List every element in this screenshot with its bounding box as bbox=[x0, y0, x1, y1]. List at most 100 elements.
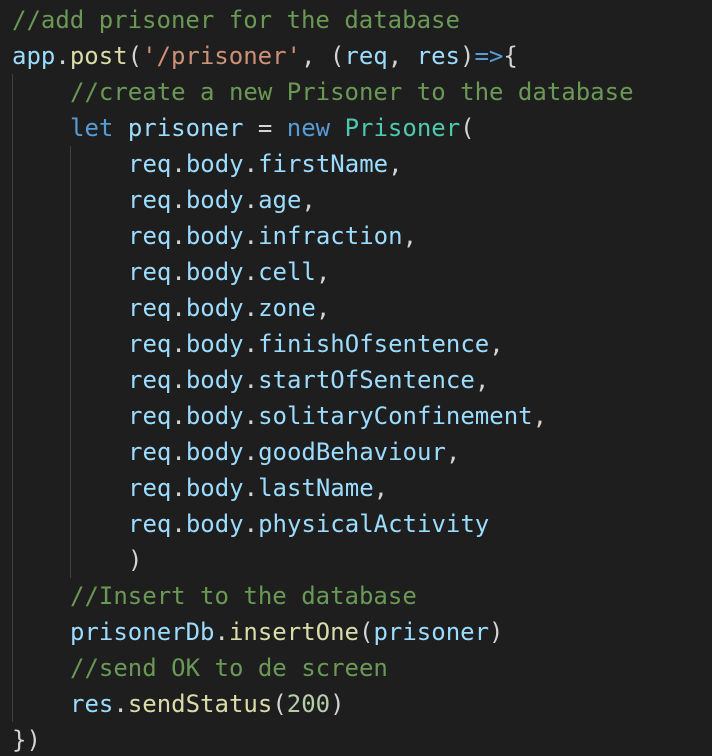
code-token-punct: . bbox=[214, 618, 229, 646]
code-token-comment: //add prisoner for the database bbox=[12, 6, 460, 34]
code-token-punct: . bbox=[243, 150, 259, 178]
code-token-variable: body bbox=[185, 402, 244, 430]
code-token-punct: . bbox=[171, 510, 186, 538]
code-token-punct: . bbox=[171, 474, 186, 502]
code-token-variable: body bbox=[185, 258, 244, 286]
code-token-func: insertOne bbox=[228, 618, 359, 646]
code-line[interactable]: req.body.zone, bbox=[0, 290, 712, 326]
code-token-punct: . bbox=[243, 510, 259, 538]
code-token-punct: . bbox=[171, 438, 186, 466]
code-line[interactable]: req.body.firstName, bbox=[0, 146, 712, 182]
code-token-variable: prisonerDb bbox=[70, 618, 215, 646]
code-line[interactable]: req.body.startOfSentence, bbox=[0, 362, 712, 398]
code-token-punct: , bbox=[387, 42, 417, 70]
code-line[interactable]: req.body.physicalActivity bbox=[0, 506, 712, 542]
code-token-variable: infraction bbox=[258, 222, 403, 250]
code-token-punct: . bbox=[243, 438, 259, 466]
code-token-punct: , bbox=[532, 402, 548, 430]
code-token-variable: prisoner bbox=[127, 114, 244, 142]
code-token-variable: age bbox=[258, 186, 302, 214]
code-line[interactable]: req.body.finishOfsentence, bbox=[0, 326, 712, 362]
code-token-variable: req bbox=[128, 474, 172, 502]
code-token-punct: ) bbox=[128, 546, 143, 574]
code-token-variable: body bbox=[185, 294, 244, 322]
code-token-punct: , bbox=[474, 366, 490, 394]
code-token-keyword: => bbox=[474, 42, 504, 70]
code-line[interactable]: req.body.goodBehaviour, bbox=[0, 434, 712, 470]
code-token-variable: finishOfsentence bbox=[258, 330, 490, 358]
code-token-variable: body bbox=[185, 222, 244, 250]
code-token-number: 200 bbox=[286, 690, 331, 718]
code-token-punct: ( bbox=[272, 690, 287, 718]
code-line[interactable]: req.body.age, bbox=[0, 182, 712, 218]
code-line[interactable]: }) bbox=[0, 722, 712, 756]
code-token-punct: , bbox=[301, 186, 316, 214]
code-line[interactable]: req.body.infraction, bbox=[0, 218, 712, 254]
code-line[interactable]: //create a new Prisoner to the database bbox=[0, 74, 712, 110]
code-token-keyword: new bbox=[286, 114, 331, 142]
code-token-variable: body bbox=[185, 474, 244, 502]
code-token-punct: . bbox=[171, 330, 186, 358]
code-token-punct: , bbox=[402, 222, 418, 250]
code-token-punct: . bbox=[243, 474, 259, 502]
code-token-punct: ( bbox=[359, 618, 374, 646]
code-token-variable: body bbox=[185, 438, 244, 466]
code-token-punct: . bbox=[171, 402, 186, 430]
code-token-variable: req bbox=[128, 222, 172, 250]
code-line[interactable]: req.body.cell, bbox=[0, 254, 712, 290]
code-token-punct: ) bbox=[489, 618, 504, 646]
code-token-comment: //send OK to de screen bbox=[70, 654, 388, 682]
code-token-variable: prisoner bbox=[373, 618, 490, 646]
code-line[interactable]: app.post('/prisoner', (req, res)=>{ bbox=[0, 38, 712, 74]
code-token-punct bbox=[330, 114, 344, 142]
code-token-variable: req bbox=[128, 510, 172, 538]
code-line[interactable]: prisonerDb.insertOne(prisoner) bbox=[0, 614, 712, 650]
code-token-punct: . bbox=[243, 402, 259, 430]
code-token-variable: res bbox=[70, 690, 114, 718]
code-token-variable: body bbox=[185, 330, 244, 358]
code-token-variable: zone bbox=[258, 294, 316, 322]
code-token-punct: . bbox=[171, 222, 186, 250]
code-token-comment: //create a new Prisoner to the database bbox=[70, 78, 634, 106]
code-token-punct: . bbox=[243, 222, 259, 250]
code-line[interactable]: req.body.lastName, bbox=[0, 470, 712, 506]
code-line[interactable]: req.body.solitaryConfinement, bbox=[0, 398, 712, 434]
code-token-punct: , bbox=[315, 258, 331, 286]
code-token-punct: , ( bbox=[301, 42, 345, 70]
indent-guide bbox=[12, 74, 13, 722]
code-token-punct: }) bbox=[12, 726, 41, 754]
code-line[interactable]: //Insert to the database bbox=[0, 578, 712, 614]
code-token-punct: . bbox=[171, 294, 186, 322]
code-line[interactable]: //add prisoner for the database bbox=[0, 2, 712, 38]
code-token-class: Prisoner bbox=[344, 114, 461, 142]
code-token-string: '/prisoner' bbox=[142, 42, 302, 70]
code-token-punct: { bbox=[503, 42, 518, 70]
code-token-punct: ( bbox=[460, 114, 475, 142]
code-token-punct: . bbox=[55, 42, 70, 70]
code-editor[interactable]: //add prisoner for the database app.post(… bbox=[0, 0, 712, 756]
code-token-punct: . bbox=[171, 186, 186, 214]
code-token-punct: , bbox=[373, 474, 389, 502]
code-token-punct: ) bbox=[460, 42, 475, 70]
code-line[interactable]: let prisoner = new Prisoner( bbox=[0, 110, 712, 146]
code-line[interactable]: //send OK to de screen bbox=[0, 650, 712, 686]
code-token-punct bbox=[113, 114, 127, 142]
code-token-punct: . bbox=[243, 294, 259, 322]
code-token-variable: res bbox=[416, 42, 460, 70]
code-token-variable: body bbox=[185, 150, 244, 178]
code-token-variable: req bbox=[344, 42, 388, 70]
code-token-variable: req bbox=[128, 258, 172, 286]
code-token-variable: startOfSentence bbox=[258, 366, 475, 394]
code-token-punct: . bbox=[243, 366, 259, 394]
code-token-punct: ( bbox=[127, 42, 143, 70]
code-line[interactable]: ) bbox=[0, 542, 712, 578]
code-line[interactable]: res.sendStatus(200) bbox=[0, 686, 712, 722]
code-token-variable: req bbox=[128, 294, 172, 322]
code-token-punct: . bbox=[243, 186, 259, 214]
code-token-punct: ) bbox=[330, 690, 345, 718]
code-token-punct: . bbox=[171, 366, 186, 394]
code-token-variable: req bbox=[128, 402, 172, 430]
code-token-punct: = bbox=[243, 114, 287, 142]
code-token-punct: . bbox=[243, 330, 259, 358]
code-token-variable: req bbox=[128, 330, 172, 358]
